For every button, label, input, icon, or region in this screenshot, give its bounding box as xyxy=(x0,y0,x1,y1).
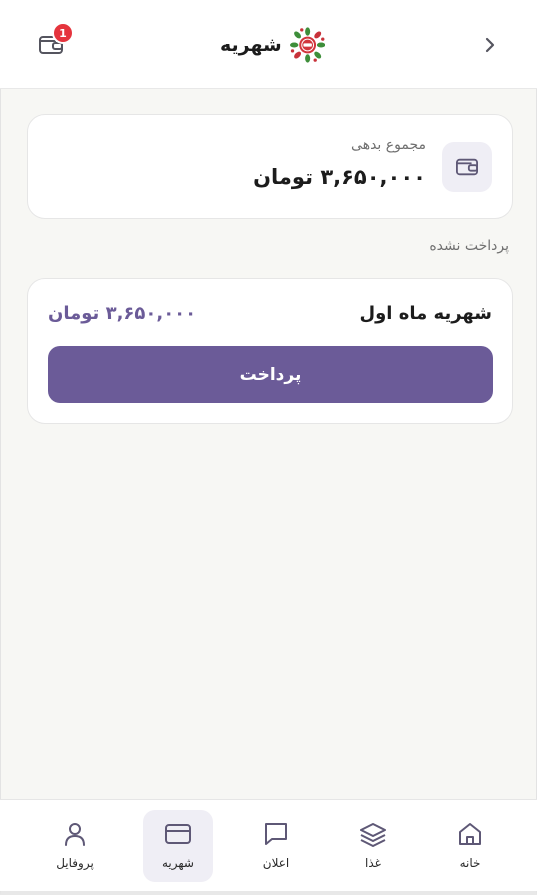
nav-label-tuition: شهریه xyxy=(162,856,194,870)
nav-label-food: غذا xyxy=(365,856,381,870)
layers-icon xyxy=(360,823,386,847)
chevron-right-icon xyxy=(485,37,495,53)
bottom-navigation: خانه غذا اعلان شهریه پروفایل xyxy=(0,799,537,891)
message-icon xyxy=(265,823,287,845)
debt-label: مجموع بدهی xyxy=(351,137,426,153)
debt-total-amount: ۳,۶۵۰,۰۰۰ تومان xyxy=(253,165,426,189)
invoice-card: شهریه ماه اول ۳,۶۵۰,۰۰۰ تومان پرداخت xyxy=(27,278,513,424)
invoice-title: شهریه ماه اول xyxy=(359,303,493,324)
pay-button[interactable]: پرداخت xyxy=(48,346,493,403)
debt-icon-box xyxy=(442,142,492,192)
wallet-icon xyxy=(456,158,478,176)
nav-item-food[interactable]: غذا xyxy=(338,810,408,882)
nav-label-home: خانه xyxy=(459,856,481,870)
nav-item-tuition[interactable]: شهریه xyxy=(143,810,213,882)
notification-badge: 1 xyxy=(52,22,74,44)
page-title: شهریه xyxy=(220,34,282,56)
invoice-amount: ۳,۶۵۰,۰۰۰ تومان xyxy=(48,303,197,324)
header-title-group: شهریه xyxy=(220,24,325,66)
home-icon xyxy=(459,823,481,845)
school-logo xyxy=(289,27,325,63)
nav-label-notifications: اعلان xyxy=(262,856,290,870)
nav-item-home[interactable]: خانه xyxy=(435,810,505,882)
nav-item-notifications[interactable]: اعلان xyxy=(241,810,311,882)
debt-summary-card: مجموع بدهی ۳,۶۵۰,۰۰۰ تومان xyxy=(27,114,513,219)
back-button[interactable] xyxy=(478,33,502,57)
unpaid-section-label: پرداخت نشده xyxy=(429,238,509,254)
user-icon xyxy=(65,823,85,846)
card-icon xyxy=(165,824,191,844)
app-header: 1 شهریه xyxy=(0,0,537,89)
nav-label-profile: پروفایل xyxy=(56,856,94,870)
nav-item-profile[interactable]: پروفایل xyxy=(40,810,110,882)
